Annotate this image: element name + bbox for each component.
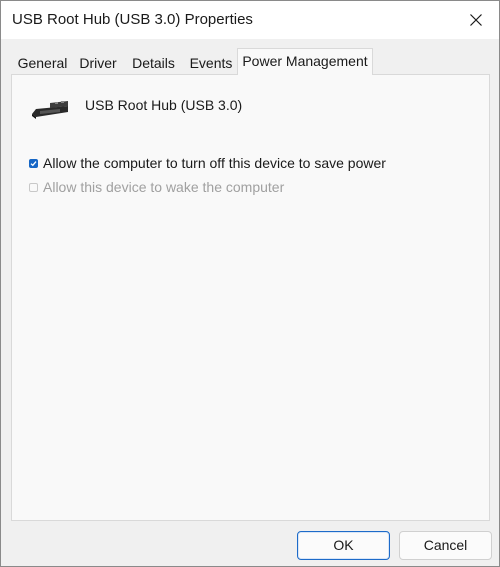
tab-power-management[interactable]: Power Management xyxy=(237,48,373,75)
allow-turn-off-checkbox[interactable] xyxy=(29,158,38,168)
tab-events-label: Events xyxy=(189,55,233,71)
usb-connector-icon xyxy=(32,101,68,119)
tab-general[interactable]: General xyxy=(11,53,74,76)
close-button[interactable] xyxy=(453,1,499,39)
tab-power-management-label: Power Management xyxy=(242,53,368,69)
tab-driver[interactable]: Driver xyxy=(74,53,122,76)
close-icon xyxy=(470,14,482,26)
title-bar[interactable]: USB Root Hub (USB 3.0) Properties xyxy=(1,1,499,39)
allow-wake-checkbox xyxy=(29,182,38,192)
properties-dialog: USB Root Hub (USB 3.0) Properties Genera… xyxy=(0,0,500,567)
checkmark-icon xyxy=(30,160,37,166)
allow-turn-off-label: Allow the computer to turn off this devi… xyxy=(43,155,386,171)
tab-details[interactable]: Details xyxy=(122,53,185,76)
ok-button[interactable]: OK xyxy=(297,531,390,560)
tab-panel-power-management: USB Root Hub (USB 3.0) Allow the compute… xyxy=(11,74,490,521)
tab-general-label: General xyxy=(17,55,68,71)
device-name: USB Root Hub (USB 3.0) xyxy=(85,97,243,113)
tab-details-label: Details xyxy=(132,55,175,71)
tab-driver-label: Driver xyxy=(79,55,117,71)
allow-turn-off-option[interactable]: Allow the computer to turn off this devi… xyxy=(29,154,386,172)
tab-events[interactable]: Events xyxy=(185,53,237,76)
allow-wake-option: Allow this device to wake the computer xyxy=(29,178,284,196)
window-title: USB Root Hub (USB 3.0) Properties xyxy=(12,11,253,28)
cancel-button[interactable]: Cancel xyxy=(399,531,492,560)
allow-wake-label: Allow this device to wake the computer xyxy=(43,179,285,195)
